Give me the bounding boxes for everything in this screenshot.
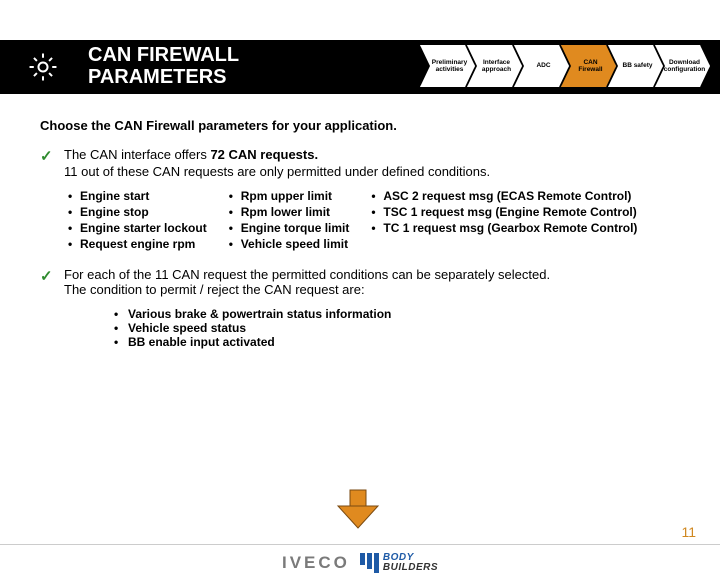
para1-line1: The CAN interface offers 72 CAN requests…: [64, 147, 680, 162]
down-arrow-icon: [330, 488, 386, 532]
para2-line1: For each of the 11 CAN request the permi…: [64, 267, 680, 282]
header: CAN FIREWALL PARAMETERS Preliminary acti…: [0, 40, 720, 100]
footer: IVECO BODY BUILDERS: [0, 544, 720, 580]
check-icon: ✓: [40, 267, 54, 285]
body-builders-logo: BODY BUILDERS: [360, 553, 438, 573]
col-1: •Engine start •Engine stop •Engine start…: [68, 189, 207, 251]
step-download: Download configuration: [655, 45, 710, 87]
condition-list: •Various brake & powertrain status infor…: [114, 307, 680, 349]
instruction: Choose the CAN Firewall parameters for y…: [40, 118, 680, 133]
progress-steps: Preliminary activities Interface approac…: [428, 45, 710, 87]
iveco-logo: IVECO: [282, 553, 350, 573]
col-3: •ASC 2 request msg (ECAS Remote Control)…: [371, 189, 637, 251]
check-item-1: ✓ The CAN interface offers 72 CAN reques…: [40, 147, 680, 179]
check-item-2: ✓ For each of the 11 CAN request the per…: [40, 267, 680, 297]
gear-icon: [26, 50, 60, 84]
check-icon: ✓: [40, 147, 54, 165]
page-title: CAN FIREWALL PARAMETERS: [88, 44, 239, 88]
request-columns: •Engine start •Engine stop •Engine start…: [68, 189, 680, 251]
para1-line2: 11 out of these CAN requests are only pe…: [64, 164, 680, 179]
para2-line2: The condition to permit / reject the CAN…: [64, 282, 680, 297]
content: Choose the CAN Firewall parameters for y…: [0, 100, 720, 349]
page-number: 11: [681, 524, 696, 540]
logo-bars-icon: [360, 553, 379, 573]
col-2: •Rpm upper limit •Rpm lower limit •Engin…: [229, 189, 350, 251]
